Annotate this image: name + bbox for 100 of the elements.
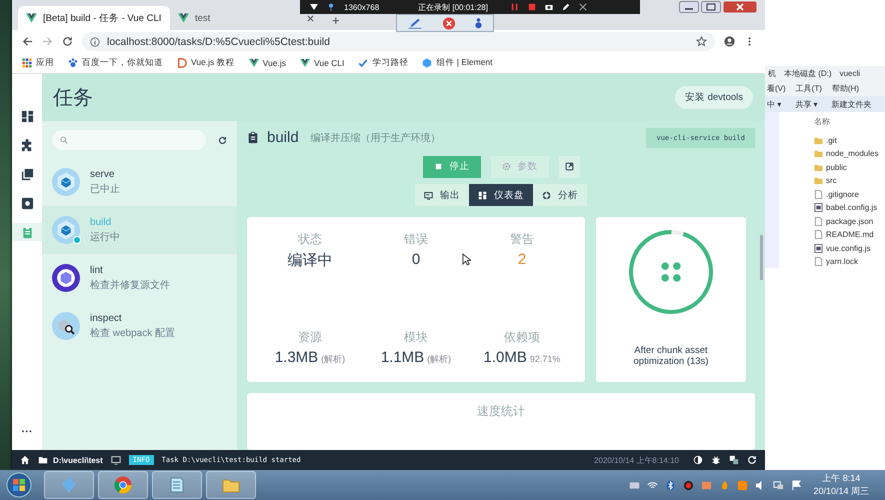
dropdown-icon[interactable] (310, 3, 318, 11)
keyboard-icon[interactable] (629, 480, 640, 490)
file-item[interactable]: README.md (814, 228, 885, 241)
bookmark[interactable]: 百度一下，你就知道 (68, 57, 163, 69)
new-tab-button[interactable]: + (326, 15, 346, 30)
breadcrumb-item[interactable]: 本地磁盘 (D:) (784, 68, 832, 78)
wifi-icon[interactable] (647, 480, 658, 490)
breadcrumb-item[interactable]: vuecli (840, 68, 860, 78)
project-path[interactable]: D:\vuecli\test (53, 456, 103, 464)
flag-icon[interactable] (791, 480, 802, 490)
stat-value: 1.0MB (484, 349, 527, 366)
browser-tab[interactable]: test (170, 6, 322, 30)
bookmark-icon (68, 58, 78, 68)
menu-item[interactable]: 帮助(H) (832, 82, 859, 94)
resolution-label: 1360x768 (344, 2, 380, 12)
toolbar-item[interactable]: 新建文件夹 (832, 98, 872, 110)
bug-icon[interactable] (711, 455, 721, 465)
progress-caption: After chunk asset optimization (13s) (632, 345, 710, 368)
record-icon[interactable] (683, 480, 694, 490)
bookmark-icon (300, 58, 310, 68)
file-item[interactable]: node_modules (814, 148, 885, 160)
recording-status: 正在录制 [00:01:28] (418, 2, 488, 12)
open-external-button[interactable] (558, 156, 580, 178)
star-icon[interactable] (696, 36, 707, 47)
file-item[interactable]: public (814, 161, 885, 174)
pen-icon[interactable] (562, 3, 570, 11)
file-item[interactable]: babel.config.js (814, 202, 885, 214)
clock[interactable]: 上午 8:14 20/10/14 周三 (813, 472, 869, 498)
start-button[interactable] (6, 472, 32, 498)
camera-icon[interactable] (544, 3, 553, 11)
pin-icon[interactable] (327, 3, 335, 11)
stat-label: 错误 (404, 231, 428, 248)
toolbar-item[interactable]: 共享 ▾ (795, 98, 818, 110)
file-item[interactable]: package.json (814, 215, 885, 228)
bookmark[interactable]: Vue CLI (300, 58, 344, 68)
breadcrumb-item[interactable]: 机 (768, 68, 776, 78)
nav-icon (20, 196, 34, 210)
task-item[interactable]: serve 已中止 (42, 158, 237, 206)
vue-logo-icon (26, 13, 37, 23)
task-item[interactable]: lint 检查并修复源文件 (42, 254, 237, 302)
file-item[interactable]: src (814, 174, 885, 187)
bookmark-icon (358, 58, 368, 68)
task-item[interactable]: inspect 检查 webpack 配置 (42, 302, 237, 350)
task-item[interactable]: build 运行中 (42, 206, 237, 254)
file-item[interactable]: .gitignore (814, 188, 885, 200)
task-icon (52, 216, 80, 244)
translate-icon[interactable] (729, 455, 739, 465)
browser-tab[interactable]: [Beta] build - 任务 - Vue CLI (18, 6, 170, 30)
task-description: 编译并压缩（用于生产环境） (310, 132, 441, 145)
menu-item[interactable]: 看(V) (767, 82, 786, 94)
minimize-icon[interactable] (679, 1, 699, 13)
view-tab[interactable]: 仪表盘 (469, 184, 533, 206)
stop-icon[interactable] (528, 3, 536, 11)
menu-item[interactable]: 工具(T) (796, 82, 822, 94)
close-icon[interactable] (723, 1, 757, 13)
nav-icon (20, 138, 34, 152)
console-icon[interactable] (110, 455, 121, 465)
stat-label: 模块 (404, 329, 428, 346)
address-bar[interactable]: localhost:8000/tasks/D:%5Cvuecli%5Ctest:build (82, 32, 715, 51)
app-icon (59, 475, 79, 495)
view-tab[interactable]: 分析 (533, 184, 587, 206)
nav-icon (20, 110, 34, 122)
taskbar-app[interactable] (152, 471, 202, 499)
toolbar-item[interactable]: 中 ▾ (767, 98, 782, 110)
install-devtools-button[interactable]: 安装 devtools (674, 86, 753, 109)
contrast-icon[interactable] (693, 455, 703, 465)
back-icon[interactable] (22, 36, 33, 47)
close-icon[interactable] (578, 3, 587, 11)
pin-icon[interactable] (475, 16, 482, 30)
close-icon[interactable] (441, 16, 457, 30)
bookmark[interactable]: 应用 (22, 57, 54, 69)
bookmark[interactable]: 学习路径 (358, 57, 408, 69)
stat-note: 92.71% (530, 354, 560, 364)
account-icon[interactable] (724, 36, 735, 47)
bluetooth-icon[interactable] (665, 480, 676, 490)
network-icon[interactable] (773, 480, 784, 490)
view-icon (478, 190, 487, 200)
refresh-icon[interactable] (218, 136, 227, 144)
search-field[interactable] (52, 130, 206, 150)
page-title: 任务 (53, 86, 93, 111)
bookmark[interactable]: Vue.js (248, 58, 286, 68)
reload-icon[interactable] (62, 36, 73, 47)
bookmark[interactable]: Vue.js 教程 (177, 57, 235, 69)
pause-icon[interactable] (510, 3, 519, 11)
file-item[interactable]: yarn.lock (814, 256, 885, 268)
open-external-icon (564, 162, 574, 172)
maximize-icon[interactable] (701, 1, 721, 13)
taskbar-app[interactable] (98, 471, 148, 499)
bookmark[interactable]: 组件 | Element (422, 57, 493, 69)
task-icon (52, 168, 80, 196)
stat-value: 1.3MB (274, 349, 318, 366)
view-tab[interactable]: 输出 (415, 184, 469, 206)
stat-value: 2 (518, 251, 526, 268)
file-item[interactable]: .git (814, 134, 885, 146)
close-icon[interactable] (307, 14, 314, 22)
info-icon (90, 36, 100, 46)
home-icon[interactable] (20, 455, 30, 465)
more-button[interactable]: ··· (22, 426, 32, 438)
file-item[interactable]: vue.config.js (814, 242, 885, 254)
column-header[interactable]: 名称 (814, 116, 885, 127)
